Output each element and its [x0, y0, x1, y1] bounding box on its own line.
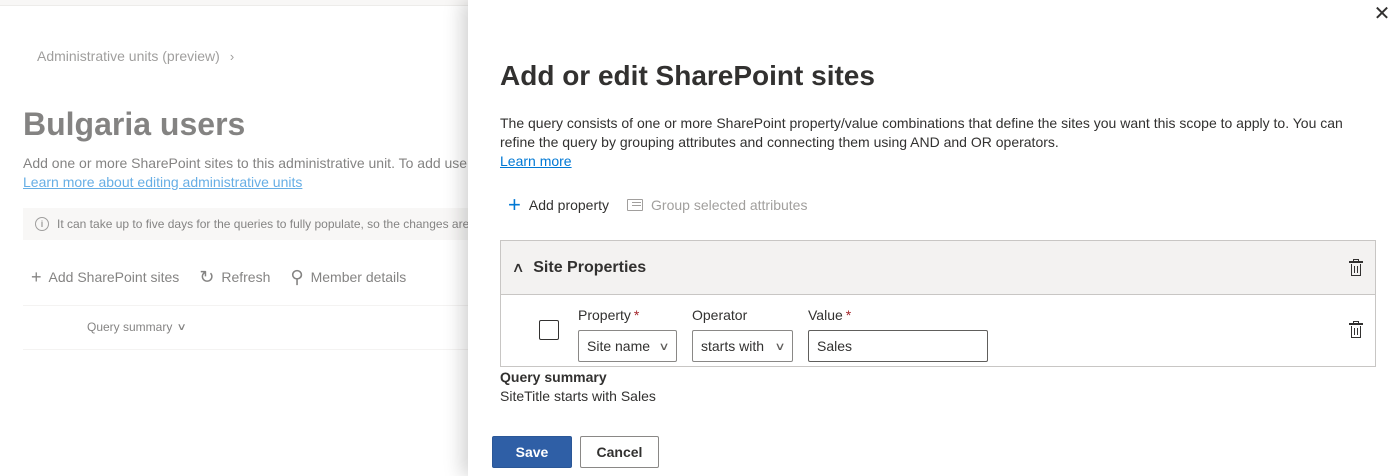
operator-dropdown[interactable]: starts with ∨ [692, 330, 793, 362]
property-dropdown[interactable]: Site name ∨ [578, 330, 677, 362]
delete-group-icon[interactable] [1349, 259, 1363, 276]
plus-icon: + [508, 192, 521, 217]
chevron-up-icon[interactable]: ∧ [511, 259, 524, 276]
chevron-down-icon: ∨ [774, 340, 786, 353]
property-label: Property * [578, 307, 640, 323]
learn-more-link[interactable]: Learn more [500, 153, 572, 169]
value-field: Value * [808, 307, 988, 362]
row-checkbox[interactable] [539, 320, 559, 340]
site-properties-group: ∧ Site Properties Property * Site name ∨ … [500, 240, 1376, 367]
value-label: Value * [808, 307, 852, 323]
cancel-button[interactable]: Cancel [580, 436, 659, 468]
group-icon [627, 199, 644, 211]
add-property-label: Add property [528, 197, 610, 213]
add-property-button[interactable]: + Add property [508, 194, 609, 216]
operator-dropdown-value: starts with [701, 338, 765, 354]
group-title: Site Properties [533, 258, 647, 276]
close-icon[interactable]: ✕ [1372, 4, 1392, 25]
chevron-down-icon: ∨ [658, 340, 670, 353]
query-summary-label: Query summary [500, 369, 607, 385]
panel-title: Add or edit SharePoint sites [500, 60, 875, 91]
group-header[interactable]: ∧ Site Properties [501, 241, 1375, 295]
property-row: Property * Site name ∨ Operator starts wi… [501, 295, 1375, 367]
edit-sites-panel: ✕ Add or edit SharePoint sites The query… [468, 0, 1400, 476]
value-input[interactable] [808, 330, 988, 362]
command-bar: + Add property Group selected attributes [508, 194, 807, 216]
operator-label: Operator [692, 307, 748, 323]
query-summary-text: SiteTitle starts with Sales [500, 388, 656, 404]
group-selected-attributes-button[interactable]: Group selected attributes [627, 197, 807, 213]
group-selected-attributes-label: Group selected attributes [651, 197, 808, 213]
save-button[interactable]: Save [492, 436, 572, 468]
operator-field: Operator starts with ∨ [692, 307, 793, 362]
delete-row-icon[interactable] [1349, 321, 1363, 338]
property-dropdown-value: Site name [587, 338, 651, 354]
panel-description: The query consists of one or more ShareP… [500, 115, 1343, 150]
property-field: Property * Site name ∨ [578, 307, 677, 362]
